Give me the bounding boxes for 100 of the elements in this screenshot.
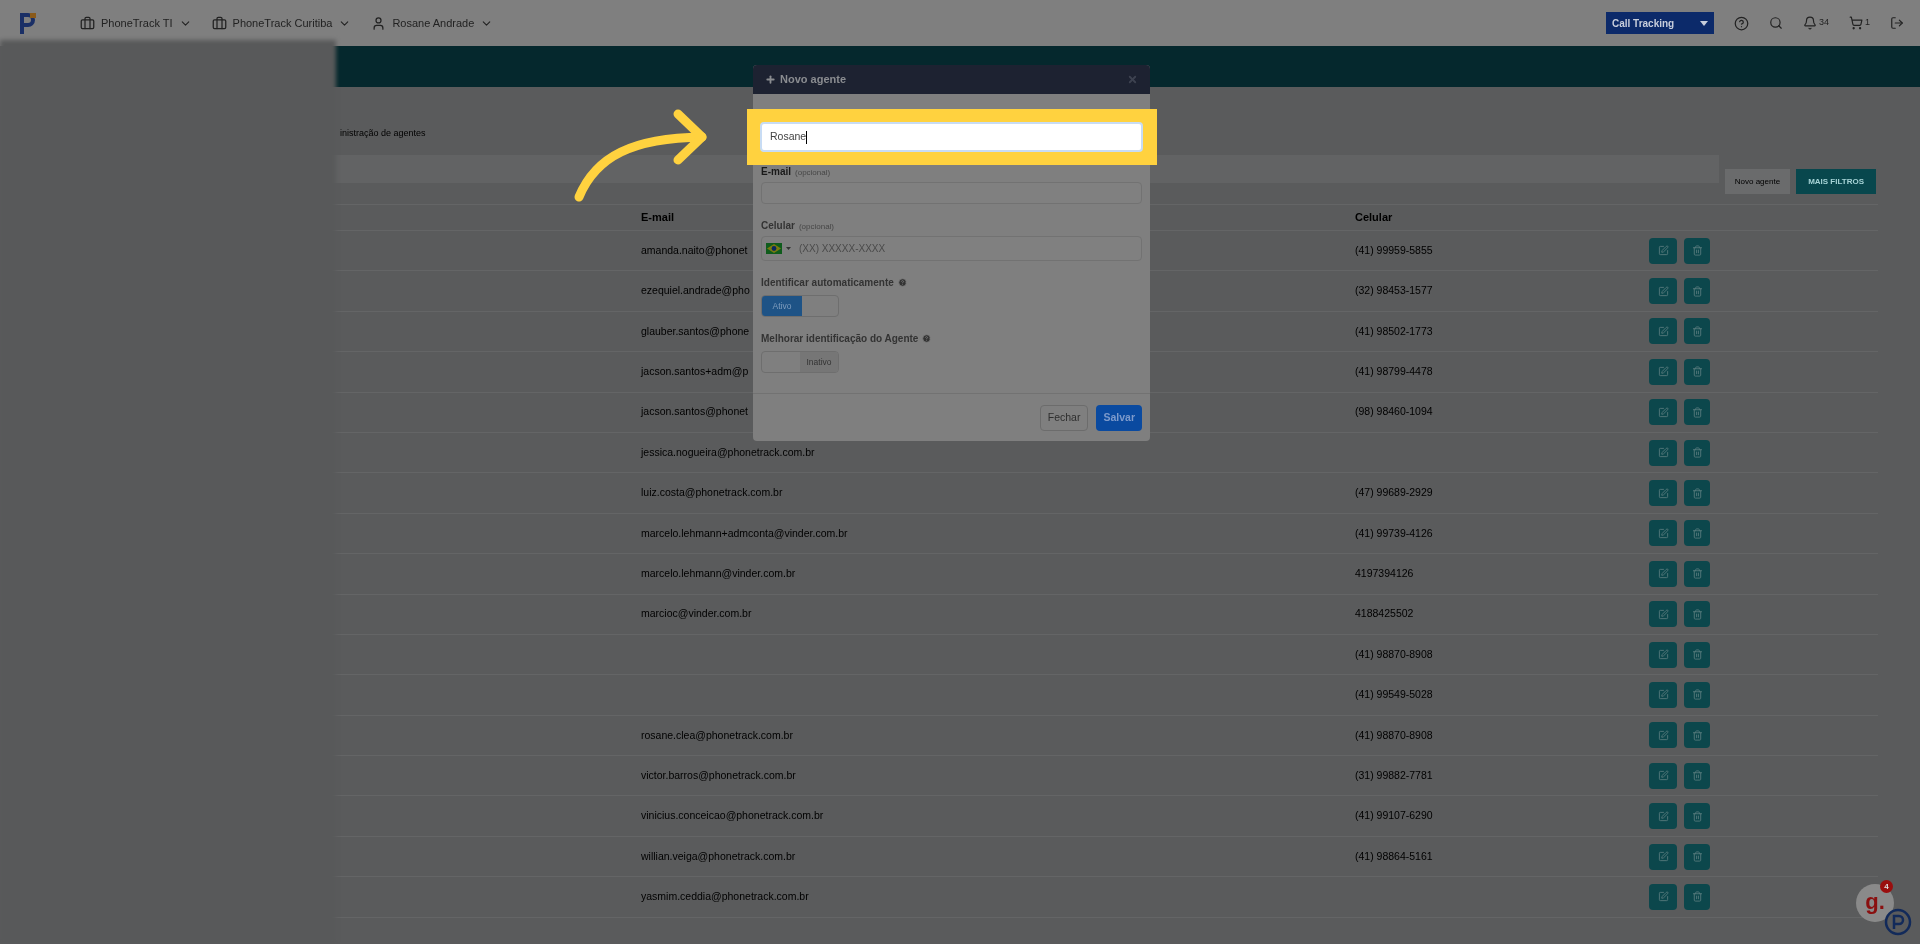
email-cell: vinicius.conceicao@phonetrack.com.br (641, 809, 824, 822)
edit-button[interactable] (1649, 803, 1677, 830)
edit-button[interactable] (1649, 601, 1677, 628)
cart-icon (1849, 16, 1863, 30)
product-select[interactable]: Call Tracking (1605, 12, 1714, 34)
phone-cell: (32) 98453-1577 (1355, 284, 1433, 297)
trash-icon (1691, 285, 1703, 297)
edit-icon (1657, 810, 1669, 822)
notifications-button[interactable]: 34 (1802, 16, 1829, 30)
delete-button[interactable] (1684, 641, 1710, 668)
edit-icon (1657, 447, 1669, 459)
edit-button[interactable] (1649, 318, 1677, 345)
delete-button[interactable] (1684, 803, 1710, 830)
delete-button[interactable] (1684, 278, 1710, 305)
toggle-switch[interactable]: Inativo (761, 351, 839, 373)
edit-icon (1657, 851, 1669, 863)
logout-icon[interactable] (1890, 16, 1904, 30)
delete-button[interactable] (1684, 318, 1710, 345)
briefcase-icon (211, 15, 227, 31)
trash-icon (1691, 689, 1703, 701)
help-chat-icon[interactable] (1884, 908, 1912, 936)
toggle-switch[interactable]: Ativo (761, 295, 839, 317)
edit-button[interactable] (1649, 762, 1677, 789)
edit-button[interactable] (1649, 641, 1677, 668)
email-cell: rosane.clea@phonetrack.com.br (641, 728, 793, 741)
edit-icon (1657, 245, 1669, 257)
edit-button[interactable] (1649, 399, 1677, 426)
edit-button[interactable] (1649, 722, 1677, 749)
trash-icon (1691, 810, 1703, 822)
help-icon (897, 278, 907, 287)
modal-title: Novo agente (780, 72, 846, 88)
email-cell: ezequiel.andrade@pho (641, 284, 750, 297)
edit-icon (1657, 366, 1669, 378)
phone-cell: 4188425502 (1355, 607, 1414, 620)
edit-button[interactable] (1649, 520, 1677, 547)
caret-icon (786, 247, 791, 250)
phone-cell: (41) 99107-6290 (1355, 809, 1433, 822)
close-icon[interactable] (1127, 74, 1138, 85)
menu-dropdown[interactable]: Rosane Andrade (371, 14, 494, 32)
column-header[interactable]: E-mail (641, 209, 674, 226)
email-cell: jacson.santos@phonet (641, 405, 748, 418)
delete-button[interactable] (1684, 722, 1710, 749)
delete-button[interactable] (1684, 843, 1710, 870)
delete-button[interactable] (1684, 480, 1710, 507)
flag-icon (766, 243, 782, 254)
toggle-label: Melhorar identificação do Agente (761, 332, 919, 346)
edit-button[interactable] (1649, 278, 1677, 305)
delete-button[interactable] (1684, 682, 1710, 708)
phone-cell: (41) 99739-4126 (1355, 526, 1433, 539)
edit-icon (1657, 568, 1669, 580)
phone-cell: (41) 98864-5161 (1355, 849, 1433, 862)
delete-button[interactable] (1684, 439, 1710, 466)
trash-icon (1691, 245, 1703, 257)
save-button[interactable]: Salvar (1096, 404, 1142, 431)
field-label: Celular (761, 220, 795, 231)
phone-cell: (41) 98870-8908 (1355, 647, 1433, 660)
help-icon (922, 334, 932, 343)
edit-icon (1657, 285, 1669, 297)
column-header[interactable]: Celular (1355, 209, 1393, 226)
search-icon[interactable] (1768, 16, 1783, 30)
trash-icon (1691, 406, 1703, 418)
phone-cell: (47) 99689-2929 (1355, 486, 1433, 499)
edit-icon (1657, 406, 1669, 418)
email-cell: marcioc@vinder.com.br (641, 607, 752, 620)
edit-button[interactable] (1649, 439, 1677, 466)
phone-cell: (41) 99959-5855 (1355, 243, 1433, 256)
edit-icon (1657, 487, 1669, 499)
edit-button[interactable] (1649, 358, 1677, 385)
user-icon (371, 15, 387, 31)
edit-button[interactable] (1649, 682, 1677, 708)
email-cell: marcelo.lehmann@vinder.com.br (641, 566, 796, 579)
menu-dropdown[interactable]: PhoneTrack TI (80, 14, 192, 32)
caret-icon (1699, 20, 1708, 26)
close-button[interactable]: Fechar (1039, 404, 1089, 431)
edit-button[interactable] (1649, 560, 1677, 587)
delete-button[interactable] (1684, 399, 1710, 426)
delete-button[interactable] (1684, 762, 1710, 789)
edit-button[interactable] (1649, 843, 1677, 870)
phone-cell: (98) 98460-1094 (1355, 405, 1433, 418)
delete-button[interactable] (1684, 883, 1710, 910)
new-agent-button[interactable]: Novo agente (1724, 169, 1791, 194)
delete-button[interactable] (1684, 358, 1710, 385)
name-field[interactable]: Rosane (760, 122, 1143, 152)
edit-button[interactable] (1649, 480, 1677, 507)
filters-button[interactable]: MAIS FILTROS (1796, 169, 1876, 194)
delete-button[interactable] (1684, 237, 1710, 264)
email-cell: marcelo.lehmann+admconta@vinder.com.br (641, 526, 848, 539)
delete-button[interactable] (1684, 601, 1710, 628)
help-icon[interactable] (1733, 15, 1749, 31)
menu-dropdown[interactable]: PhoneTrack Curitiba (211, 14, 352, 32)
edit-button[interactable] (1649, 883, 1677, 910)
trash-icon (1691, 487, 1703, 499)
email-cell: jacson.santos+adm@p (641, 365, 749, 377)
edit-icon (1657, 891, 1669, 903)
edit-button[interactable] (1649, 237, 1677, 264)
email-cell: luiz.costa@phonetrack.com.br (641, 486, 783, 499)
delete-button[interactable] (1684, 520, 1710, 547)
delete-button[interactable] (1684, 560, 1710, 587)
cart-button[interactable]: 1 (1849, 16, 1870, 30)
edit-icon (1657, 770, 1669, 782)
